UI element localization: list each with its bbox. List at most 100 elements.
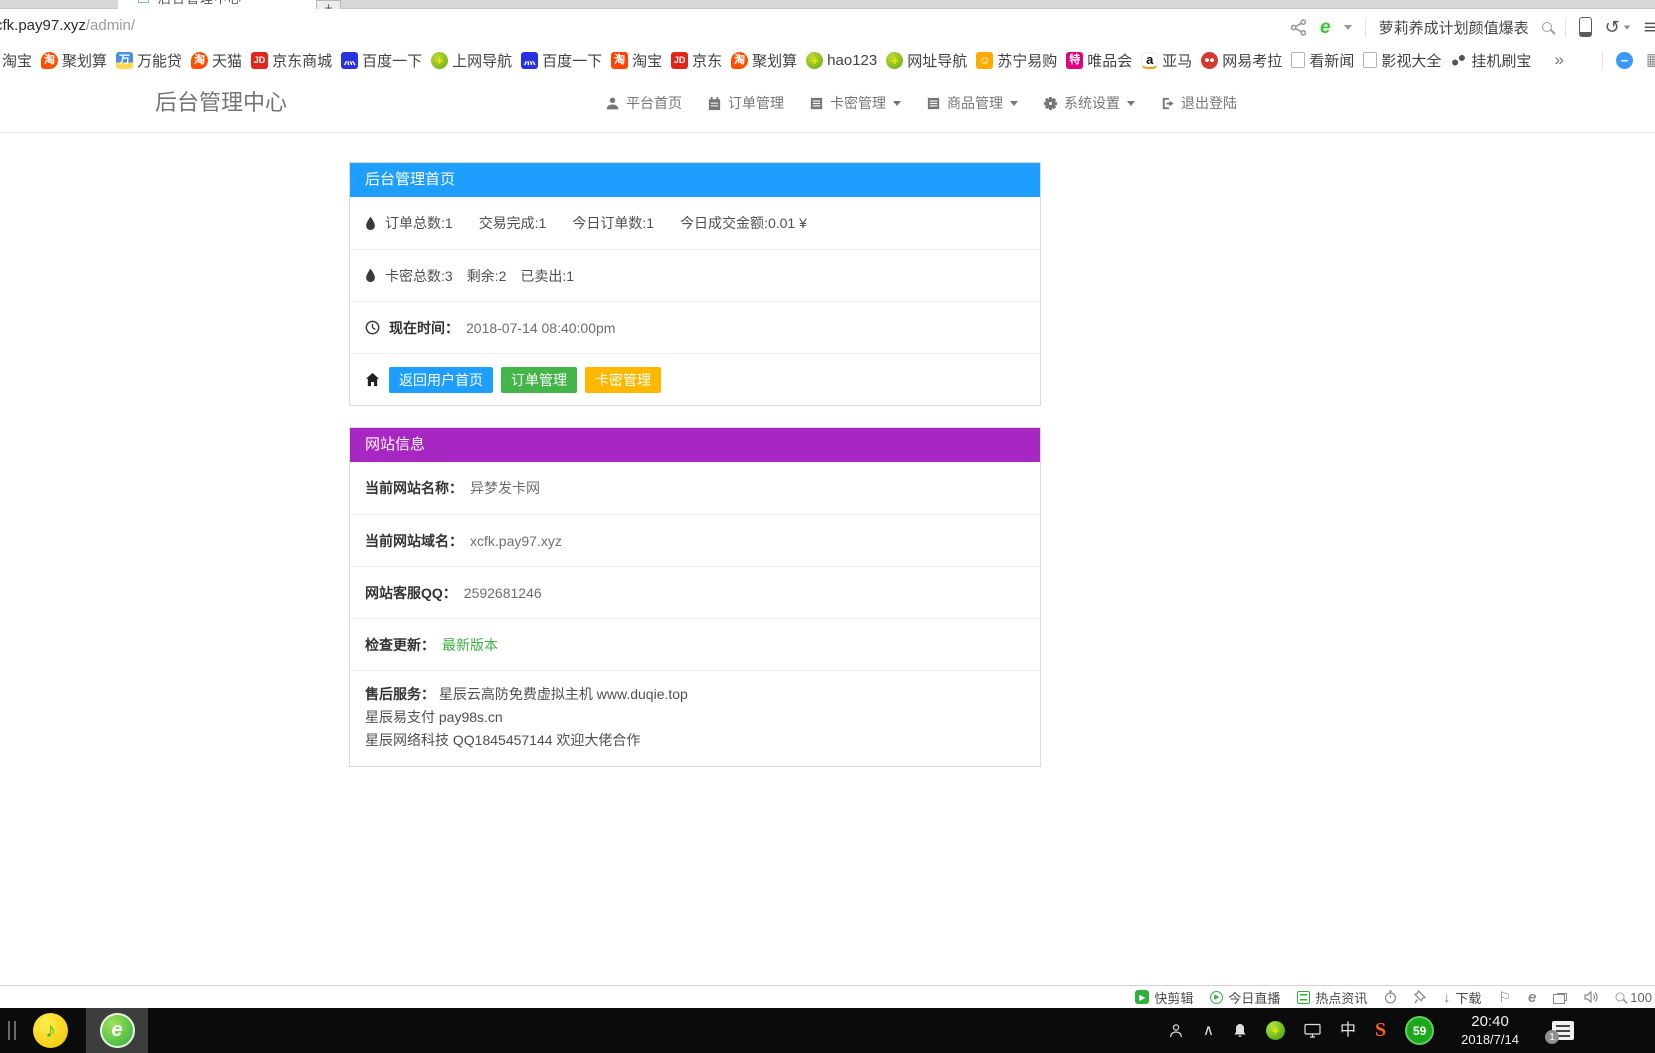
ie-compat-icon[interactable]: e — [1528, 989, 1536, 1006]
bookmark-item[interactable]: JD京东商城 — [251, 50, 332, 71]
action-center-icon[interactable]: 1 — [1552, 1021, 1574, 1040]
chevron-down-icon[interactable] — [1344, 25, 1352, 30]
window-mode-button[interactable] — [1553, 993, 1567, 1001]
menu-icon[interactable]: ≡ — [1644, 17, 1655, 38]
site-domain-row: 当前网站域名： xcfk.pay97.xyz — [350, 514, 1040, 566]
bookmark-item[interactable]: 淘淘宝 — [611, 50, 662, 71]
chevron-down-icon[interactable] — [1624, 25, 1630, 29]
network-monitor-icon[interactable] — [1304, 1023, 1321, 1038]
info-label: 当前网站名称： — [365, 478, 463, 498]
zoom-control[interactable]: 100 — [1615, 990, 1652, 1005]
user-icon — [605, 96, 620, 111]
taskbar-grip[interactable] — [8, 1021, 16, 1040]
service-text: 星辰网络科技 QQ1845457144 欢迎大佬合作 — [365, 729, 1025, 752]
browser-logo-icon[interactable]: e — [1320, 18, 1331, 37]
nav-item-home[interactable]: 平台首页 — [605, 93, 682, 113]
download-button[interactable]: ↓ 下载 — [1443, 988, 1481, 1007]
nav-item-cards[interactable]: 卡密管理 — [809, 93, 901, 113]
bookmark-item[interactable]: 淘淘宝 — [0, 50, 32, 71]
nav-label: 订单管理 — [728, 93, 784, 113]
bookmark-item[interactable]: 灬百度一下 — [521, 50, 602, 71]
bookmark-item[interactable]: ☺苏宁易购 — [976, 50, 1057, 71]
bookmark-label: 淘宝 — [632, 50, 662, 71]
new-tab-button[interactable]: + — [316, 0, 341, 9]
bookmark-label: 挂机刷宝 — [1471, 50, 1531, 71]
mobile-icon[interactable] — [1579, 17, 1592, 37]
bell-icon[interactable] — [1233, 1023, 1247, 1038]
address-bar[interactable]: cfk.pay97.xyz/admin/ — [0, 17, 135, 34]
stat-value: 1 — [566, 268, 574, 284]
mute-button[interactable] — [1584, 991, 1598, 1003]
taskbar-clock[interactable]: 20:40 2018/7/14 — [1461, 1013, 1519, 1049]
back-to-user-home-button[interactable]: 返回用户首页 — [389, 367, 493, 393]
adblock-icon[interactable]: − — [1616, 52, 1633, 69]
search-input[interactable]: 萝莉养成计划颜值爆表 — [1379, 17, 1529, 38]
zoom-icon — [1616, 993, 1625, 1002]
share-icon[interactable] — [1290, 19, 1307, 36]
hot-news-button[interactable]: 热点资讯 — [1297, 988, 1367, 1007]
juhuasuan-icon: 淘 — [731, 52, 748, 69]
undo-icon[interactable]: ↺ — [1605, 18, 1620, 36]
service-qq-row: 网站客服QQ： 2592681246 — [350, 566, 1040, 618]
bookmark-item[interactable]: 灬百度一下 — [341, 50, 422, 71]
sogou-icon[interactable]: S — [1375, 1019, 1386, 1042]
hao123-icon: + — [806, 52, 823, 69]
toolbar-divider — [1565, 18, 1566, 37]
bookmark-item[interactable]: a亚马 — [1141, 50, 1192, 71]
service-text: 星辰云高防免费虚拟主机 www.duqie.top — [439, 686, 688, 702]
search-icon[interactable] — [1542, 22, 1552, 32]
info-value: xcfk.pay97.xyz — [470, 533, 562, 549]
bookmark-item[interactable]: +上网导航 — [431, 50, 512, 71]
input-method-indicator[interactable]: 中 — [1340, 1023, 1356, 1039]
statusbar-label: 下载 — [1455, 988, 1481, 1007]
nav-item-products[interactable]: 商品管理 — [926, 93, 1018, 113]
bookmark-item[interactable]: 万万能贷 — [116, 50, 182, 71]
tray-expand-icon[interactable]: ∧ — [1203, 1023, 1214, 1038]
bookmark-item[interactable]: 特唯品会 — [1066, 50, 1132, 71]
site-info-panel: 网站信息 当前网站名称： 异梦发卡网 当前网站域名： xcfk.pay97.xy… — [349, 427, 1041, 767]
bookmark-item[interactable]: 看新闻 — [1291, 50, 1354, 71]
bookmark-item[interactable]: 淘聚划算 — [731, 50, 797, 71]
info-label: 售后服务： — [365, 686, 435, 702]
card-manage-button[interactable]: 卡密管理 — [585, 367, 661, 393]
people-icon[interactable] — [1168, 1023, 1184, 1039]
gear-icon — [1043, 96, 1058, 111]
active-tab[interactable]: 后台管理中心 — [118, 0, 316, 9]
dashboard-panel-title: 后台管理首页 — [350, 163, 1040, 197]
nav-item-logout[interactable]: 退出登陆 — [1160, 93, 1237, 113]
order-manage-button[interactable]: 订单管理 — [501, 367, 577, 393]
pin-button[interactable] — [1414, 990, 1426, 1004]
bookmark-item[interactable]: 网易考拉 — [1201, 50, 1282, 71]
nav-item-orders[interactable]: 订单管理 — [707, 93, 784, 113]
browser-taskbar-button[interactable]: e — [86, 1008, 148, 1053]
apps-grid-icon[interactable]: ▦ — [1646, 50, 1655, 70]
history-button[interactable] — [1384, 990, 1397, 1004]
bookmark-item[interactable]: 淘天猫 — [191, 50, 242, 71]
flag-icon[interactable]: ⚐ — [1498, 989, 1511, 1006]
nav-label: 系统设置 — [1064, 93, 1120, 113]
time-value: 2018-07-14 08:40:00pm — [466, 320, 615, 336]
bookmark-item[interactable]: +网址导航 — [886, 50, 967, 71]
bookmark-item[interactable]: 影视大全 — [1363, 50, 1441, 71]
list-icon — [809, 96, 824, 111]
bookmarks-overflow-icon[interactable]: » — [1554, 50, 1563, 70]
site-header: 后台管理中心 平台首页 订单管理 卡密管理 商品管理 系统设置 退出登陆 — [0, 75, 1655, 133]
stat-value: 1 — [646, 215, 654, 231]
latest-version-link[interactable]: 最新版本 — [442, 635, 498, 655]
paw-prints-icon — [1450, 52, 1467, 69]
bookmark-item[interactable]: +hao123 — [806, 52, 877, 69]
qq-music-icon[interactable]: ♪ — [33, 1013, 68, 1048]
bookmark-item[interactable]: 淘聚划算 — [41, 50, 107, 71]
card-stats-row: 卡密总数:3 剩余:2 已卖出:1 — [350, 249, 1040, 301]
jd-icon: JD — [671, 52, 688, 69]
taobao-icon: 淘 — [611, 52, 628, 69]
bookmark-item[interactable]: JD京东 — [671, 50, 722, 71]
quick-clip-button[interactable]: ▶ 快剪辑 — [1135, 988, 1193, 1007]
nav-item-settings[interactable]: 系统设置 — [1043, 93, 1135, 113]
speedup-ball-icon[interactable]: 59 — [1405, 1016, 1434, 1045]
bookmark-item[interactable]: 挂机刷宝 — [1450, 50, 1531, 71]
statusbar-label: 快剪辑 — [1154, 988, 1193, 1007]
today-live-button[interactable]: ▶ 今日直播 — [1210, 988, 1280, 1007]
service-text: 星辰易支付 pay98s.cn — [365, 706, 1025, 729]
nav-tray-icon[interactable]: + — [1266, 1021, 1285, 1040]
